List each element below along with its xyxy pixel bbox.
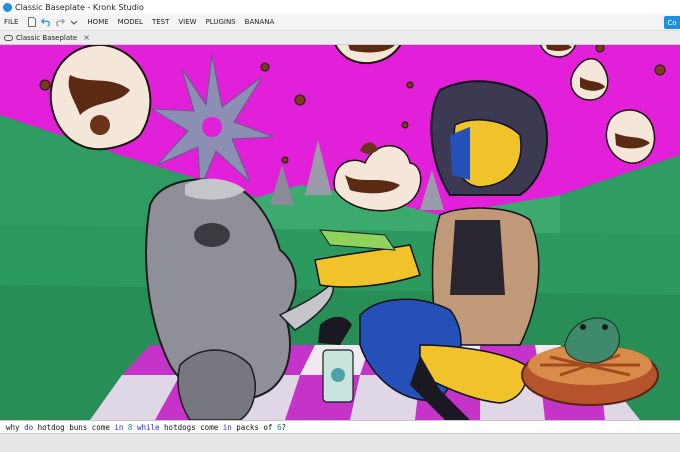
dropdown-chevron-icon[interactable] — [69, 17, 79, 27]
tab-classic-baseplate[interactable]: Classic Baseplate × — [4, 33, 90, 42]
drink-can — [322, 349, 354, 403]
redo-icon[interactable] — [55, 17, 66, 27]
tab-bar: Classic Baseplate × — [0, 31, 680, 45]
menu-home[interactable]: HOME — [87, 18, 108, 26]
command-token: packs of — [231, 422, 277, 432]
close-tab-icon[interactable]: × — [83, 33, 90, 42]
menu-view[interactable]: VIEW — [178, 18, 196, 26]
new-file-icon[interactable] — [27, 17, 37, 27]
undo-icon[interactable] — [41, 17, 51, 27]
command-token: hotdog buns come — [33, 422, 115, 432]
viewport-scene — [0, 45, 680, 420]
menu-plugins[interactable]: PLUGINS — [206, 18, 236, 26]
menu-model[interactable]: MODEL — [118, 18, 143, 26]
viewport[interactable] — [0, 45, 680, 420]
command-token: hotdogs come — [159, 422, 223, 432]
chocolate-blob — [605, 109, 656, 164]
studio-window: Classic Baseplate - Kronk Studio FILE HO… — [0, 0, 680, 452]
cloud-icon — [4, 34, 13, 41]
window-title: Classic Baseplate - Kronk Studio — [15, 2, 144, 12]
command-token: in — [222, 422, 232, 432]
menu-bar: FILE HOME MODEL TEST VIEW PLUGINS BANANA… — [0, 14, 680, 31]
studio-logo-icon — [3, 2, 12, 12]
menu-test[interactable]: TEST — [152, 18, 169, 26]
collaborate-button[interactable]: Co — [664, 16, 680, 29]
menu-file[interactable]: FILE — [4, 18, 18, 26]
menu-banana[interactable]: BANANA — [245, 18, 275, 26]
command-token: ? — [281, 422, 286, 432]
command-token: do — [24, 422, 34, 432]
chocolate-blob — [49, 45, 152, 151]
bottom-panel — [0, 434, 680, 452]
command-token: why — [6, 422, 25, 432]
tab-label: Classic Baseplate — [16, 33, 78, 42]
command-bar[interactable]: why do hotdog buns come in 8 while hotdo… — [0, 420, 680, 434]
command-input-text[interactable]: why do hotdog buns come in 8 while hotdo… — [6, 423, 286, 432]
title-bar: Classic Baseplate - Kronk Studio — [0, 0, 680, 14]
command-token: while — [136, 422, 160, 432]
